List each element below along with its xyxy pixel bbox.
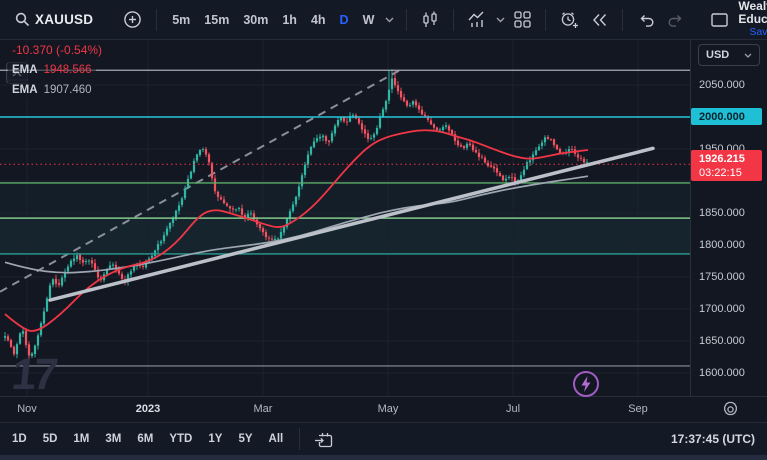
ema-slow-legend-row[interactable]: EMA 1907.460 bbox=[8, 81, 96, 99]
price-label-2000: 2000.000 bbox=[691, 108, 762, 125]
ema-slow-value: 1907.460 bbox=[44, 84, 92, 96]
ema-fast-value: 1948.566 bbox=[44, 64, 92, 76]
layout-grid-button[interactable] bbox=[508, 4, 537, 36]
candles-icon bbox=[421, 11, 439, 29]
price-tick: 2050.000 bbox=[699, 78, 745, 92]
toolbar-separator bbox=[545, 9, 546, 31]
timeframe-menu-button[interactable] bbox=[381, 4, 398, 36]
timeframe-group: 5m 15m 30m 1h 4h D W bbox=[165, 4, 398, 36]
layout-save-button[interactable] bbox=[705, 4, 734, 36]
currency-label: USD bbox=[706, 49, 729, 61]
window-edge-strip bbox=[0, 455, 767, 460]
layout-grid-icon bbox=[514, 11, 531, 28]
currency-dropdown[interactable]: USD bbox=[698, 44, 760, 66]
scales-settings-button[interactable] bbox=[722, 401, 739, 423]
time-tick: Nov bbox=[17, 403, 37, 415]
toolbar-separator bbox=[156, 9, 157, 31]
range-1m[interactable]: 1M bbox=[65, 433, 97, 445]
range-5d[interactable]: 5D bbox=[35, 433, 66, 445]
bar-replay-button[interactable] bbox=[585, 4, 614, 36]
price-tick: 1750.000 bbox=[699, 270, 745, 284]
top-toolbar: XAUUSD 5m 15m 30m 1h 4h D W bbox=[0, 0, 767, 40]
ema-fast-label: EMA bbox=[12, 64, 38, 76]
flash-data-icon[interactable] bbox=[572, 370, 600, 398]
timeframe-1h[interactable]: 1h bbox=[275, 13, 304, 27]
bottom-toolbar: 1D 5D 1M 3M 6M YTD 1Y 5Y All 17:37:45 (U… bbox=[0, 422, 767, 455]
time-tick-year: 2023 bbox=[136, 403, 160, 415]
time-tick: Sep bbox=[628, 403, 648, 415]
price-tick: 1800.000 bbox=[699, 238, 745, 252]
last-price-label: 1926.215 03:22:15 bbox=[691, 150, 762, 181]
ema-fast-legend-row[interactable]: EMA 1948.566 bbox=[8, 61, 96, 79]
redo-button[interactable] bbox=[661, 4, 691, 36]
indicators-icon bbox=[468, 11, 487, 28]
chart-legend: -10.370 (-0.54%) EMA 1948.566 EMA 1907.460 bbox=[8, 42, 106, 101]
time-tick: Mar bbox=[254, 403, 273, 415]
save-link[interactable]: Save bbox=[749, 26, 767, 39]
range-ytd[interactable]: YTD bbox=[161, 433, 200, 445]
redo-icon bbox=[667, 12, 685, 27]
chevron-down-icon bbox=[385, 17, 394, 23]
price-tick: 1600.000 bbox=[699, 366, 745, 380]
price-scale[interactable]: USD 2050.000 2000.000 1950.000 1926.215 … bbox=[690, 40, 767, 396]
timeframe-30m[interactable]: 30m bbox=[236, 13, 275, 27]
timeframe-1d[interactable]: D bbox=[333, 13, 356, 27]
time-scale[interactable]: Nov 2023 Mar May Jul Sep bbox=[0, 396, 767, 422]
clock-utc[interactable]: 17:37:45 (UTC) bbox=[671, 432, 755, 446]
indicators-button[interactable] bbox=[462, 4, 493, 36]
toolbar-separator bbox=[299, 428, 300, 450]
bar-countdown: 03:22:15 bbox=[699, 166, 762, 180]
undo-icon bbox=[637, 12, 655, 27]
chevron-down-icon bbox=[744, 49, 752, 61]
gear-icon bbox=[722, 405, 739, 422]
plus-circle-icon bbox=[123, 10, 142, 29]
range-all[interactable]: All bbox=[261, 433, 292, 445]
indicators-menu-button[interactable] bbox=[493, 4, 508, 36]
timeframe-1w[interactable]: W bbox=[356, 13, 382, 27]
compare-add-symbol-button[interactable] bbox=[117, 4, 148, 36]
create-alert-button[interactable] bbox=[554, 4, 585, 36]
last-price-value: 1926.215 bbox=[699, 152, 762, 166]
symbol-change-value: -10.370 (-0.54%) bbox=[12, 43, 102, 58]
alert-clock-plus-icon bbox=[560, 11, 579, 29]
symbol-search-button[interactable]: XAUUSD bbox=[8, 4, 103, 36]
range-1d[interactable]: 1D bbox=[4, 433, 35, 445]
undo-button[interactable] bbox=[631, 4, 661, 36]
search-icon bbox=[14, 11, 31, 28]
symbol-name: XAUUSD bbox=[31, 12, 97, 27]
toolbar-separator bbox=[406, 9, 407, 31]
chart-style-button[interactable] bbox=[415, 4, 445, 36]
time-tick: May bbox=[378, 403, 399, 415]
chevron-down-icon bbox=[496, 17, 505, 23]
ema-slow-label: EMA bbox=[12, 84, 38, 96]
trading-chart-app: XAUUSD 5m 15m 30m 1h 4h D W bbox=[0, 0, 767, 460]
range-1y[interactable]: 1Y bbox=[200, 433, 230, 445]
range-6m[interactable]: 6M bbox=[129, 433, 161, 445]
price-tick: 1700.000 bbox=[699, 302, 745, 316]
square-outline-icon bbox=[711, 13, 728, 27]
range-3m[interactable]: 3M bbox=[97, 433, 129, 445]
price-tick: 1850.000 bbox=[699, 206, 745, 220]
layout-name-button[interactable]: Wealthy Educ... Save bbox=[738, 0, 767, 39]
timeframe-15m[interactable]: 15m bbox=[197, 13, 236, 27]
range-5y[interactable]: 5Y bbox=[230, 433, 260, 445]
go-to-date-button[interactable] bbox=[308, 423, 339, 455]
price-tick: 1650.000 bbox=[699, 334, 745, 348]
timeframe-5m[interactable]: 5m bbox=[165, 13, 197, 27]
time-tick: Jul bbox=[506, 403, 520, 415]
calendar-arrow-icon bbox=[314, 431, 333, 448]
replay-rewind-icon bbox=[591, 13, 608, 27]
timeframe-4h[interactable]: 4h bbox=[304, 13, 333, 27]
toolbar-separator bbox=[622, 9, 623, 31]
layout-name: Wealthy Educ... bbox=[738, 0, 767, 26]
toolbar-separator bbox=[453, 9, 454, 31]
